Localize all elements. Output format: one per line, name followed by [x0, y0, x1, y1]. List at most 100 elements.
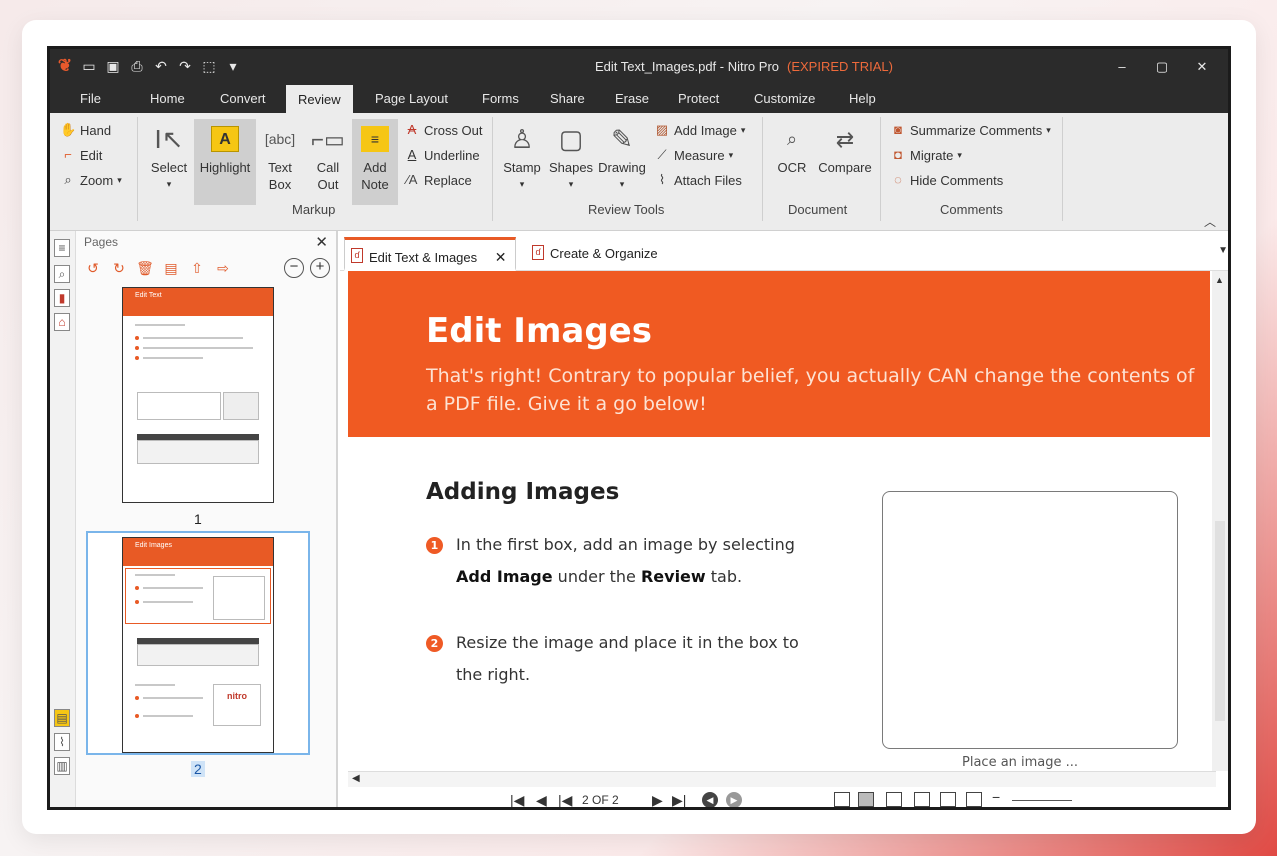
scroll-thumb[interactable] [1215, 521, 1225, 721]
tab-review[interactable]: Review [286, 85, 353, 115]
insert-page-icon[interactable]: ▤ [162, 259, 180, 277]
hand-tool[interactable]: ✋ Hand [60, 119, 122, 141]
minimize-button[interactable]: – [1102, 55, 1142, 79]
next-page-icon[interactable]: ▶ [652, 792, 663, 807]
tab-home[interactable]: Home [150, 91, 185, 106]
summarize-comments-button[interactable]: ◙ Summarize Comments ▾ [890, 119, 1051, 141]
move-up-icon[interactable]: ⇧ [188, 259, 206, 277]
scroll-up-icon[interactable]: ▲ [1215, 275, 1224, 285]
close-icon[interactable]: ✕ [495, 249, 507, 265]
tab-forms[interactable]: Forms [482, 91, 519, 106]
title-bar: ❦ ▭ ▣ ⎙ ↶ ↷ ⬚ ▾ Edit Text_Images.pdf - N… [50, 49, 1228, 85]
continuous-view-icon[interactable] [858, 792, 874, 807]
page-indicator[interactable]: 2 OF 2 [582, 793, 619, 807]
attach-files-button[interactable]: ⌇ Attach Files [654, 169, 745, 191]
single-page-view-icon[interactable] [834, 792, 850, 807]
drawing-button[interactable]: ✎ Drawing ▾ [596, 119, 648, 193]
migrate-button[interactable]: ◘ Migrate ▾ [890, 144, 1051, 166]
save-icon[interactable]: ▣ [104, 57, 122, 75]
step-1-review: Review [640, 567, 706, 586]
zoom-tool[interactable]: ⌕ Zoom ▾ [60, 169, 121, 191]
first-page-icon[interactable]: |◀ [558, 792, 572, 807]
zoom-in-icon[interactable]: + [310, 258, 330, 278]
replace-button[interactable]: ⁄A Replace [404, 169, 483, 191]
step-1-text-e: tab. [705, 567, 743, 586]
hand-label: Hand [80, 122, 112, 138]
zoom-out-icon[interactable]: − [284, 258, 304, 278]
attachments-icon[interactable]: ⌇ [54, 733, 70, 751]
zoom-icon: ⌕ [64, 172, 72, 187]
output-icon[interactable]: ▥ [54, 757, 70, 775]
zoom-slider-minus-icon[interactable]: − [992, 789, 1000, 805]
tab-page-layout[interactable]: Page Layout [375, 91, 448, 106]
tab-help[interactable]: Help [849, 91, 876, 106]
back-view-icon[interactable]: ◀ [702, 792, 718, 807]
tab-customize[interactable]: Customize [754, 91, 815, 106]
zoom-slider[interactable] [1012, 800, 1072, 801]
previous-page-icon[interactable]: ◀ [536, 792, 547, 807]
close-button[interactable]: ✕ [1182, 55, 1222, 79]
customize-qat-icon[interactable]: ▾ [224, 57, 242, 75]
bookmarks-icon[interactable]: ▮ [54, 289, 70, 307]
horizontal-scrollbar[interactable]: ◀ [348, 771, 1216, 787]
pages-panel-icon[interactable]: ≡ [54, 239, 70, 257]
text-box-button[interactable]: [abc] Text Box [258, 119, 302, 193]
stamp-button[interactable]: ♙ Stamp ▾ [502, 119, 542, 193]
close-icon[interactable]: ✕ [315, 233, 328, 251]
redo-icon[interactable]: ↷ [176, 57, 194, 75]
vertical-scrollbar[interactable]: ▲ [1212, 271, 1228, 771]
cross-out-button[interactable]: A Cross Out [404, 119, 483, 141]
edit-tool[interactable]: ⌐ Edit [60, 144, 122, 166]
thumb-title-2: Edit Images [135, 542, 172, 549]
tabs-dropdown-icon[interactable]: ▼ [1218, 245, 1228, 256]
highlight-button[interactable]: A Highlight [194, 119, 256, 205]
fit-width-icon[interactable] [966, 792, 982, 807]
tab-create-organize[interactable]: ɗ Create & Organize [526, 237, 666, 271]
window-controls: – ▢ ✕ [1102, 55, 1222, 79]
delete-page-icon[interactable]: 🗑 [136, 259, 154, 277]
last-page-icon[interactable]: ▶| [672, 792, 686, 807]
forward-view-icon[interactable]: ▶ [726, 792, 742, 807]
banner-subtitle: That's right! Contrary to popular belief… [426, 365, 1195, 415]
select-button[interactable]: I↖ Select ▾ [146, 119, 192, 193]
comments-icon[interactable]: ▤ [54, 709, 70, 727]
add-image-button[interactable]: ▨ Add Image ▾ [654, 119, 746, 141]
move-right-icon[interactable]: ⇨ [214, 259, 232, 277]
underline-button[interactable]: A Underline [404, 144, 483, 166]
facing-continuous-view-icon[interactable] [914, 792, 930, 807]
search-pages-icon[interactable]: ⌕ [54, 265, 70, 283]
review-small-tools: ▨ Add Image ▾ ⟋ Measure ▾ ⌇ Attach Files [654, 119, 746, 191]
tab-file[interactable]: File [80, 91, 101, 106]
open-folder-icon[interactable]: ▭ [80, 57, 98, 75]
window-title-text: Edit Text_Images.pdf - Nitro Pro [595, 59, 780, 74]
compare-button[interactable]: ⇄ Compare [814, 119, 876, 176]
rotate-left-icon[interactable]: ↺ [84, 259, 102, 277]
shapes-button[interactable]: ▢ Shapes ▾ [548, 119, 594, 193]
image-placeholder-box[interactable] [882, 491, 1178, 749]
rotate-right-icon[interactable]: ↻ [110, 259, 128, 277]
call-out-button[interactable]: ⌐▭ Call Out [306, 119, 350, 193]
tab-share[interactable]: Share [550, 91, 585, 106]
tab-convert[interactable]: Convert [220, 91, 266, 106]
full-screen-icon[interactable] [940, 792, 956, 807]
tab-erase[interactable]: Erase [615, 91, 649, 106]
facing-view-icon[interactable] [886, 792, 902, 807]
hide-comments-button[interactable]: ◌ Hide Comments [890, 169, 1051, 191]
page-thumbnail-1[interactable]: Edit Text [122, 287, 274, 503]
page-thumbnail-2[interactable]: Edit Images nitro [122, 537, 274, 753]
chevron-down-icon: ▾ [740, 124, 746, 135]
call-out-label-1: Call [316, 160, 340, 175]
tab-edit-text-images[interactable]: ɗ Edit Text & Images ✕ [344, 237, 516, 271]
add-note-button[interactable]: ≡ Add Note [352, 119, 398, 205]
tab-protect[interactable]: Protect [678, 91, 719, 106]
print-icon[interactable]: ⎙ [128, 57, 146, 75]
first-page-button[interactable]: |◀ [510, 792, 524, 807]
security-icon[interactable]: ⌂ [54, 313, 70, 331]
collapse-ribbon-icon[interactable]: ︿ [1204, 213, 1216, 230]
maximize-button[interactable]: ▢ [1142, 55, 1182, 79]
ocr-button[interactable]: ⌕ OCR [770, 119, 814, 176]
scroll-left-icon[interactable]: ◀ [352, 773, 360, 784]
measure-button[interactable]: ⟋ Measure ▾ [654, 144, 745, 166]
undo-icon[interactable]: ↶ [152, 57, 170, 75]
select-tool-icon[interactable]: ⬚ [200, 57, 218, 75]
